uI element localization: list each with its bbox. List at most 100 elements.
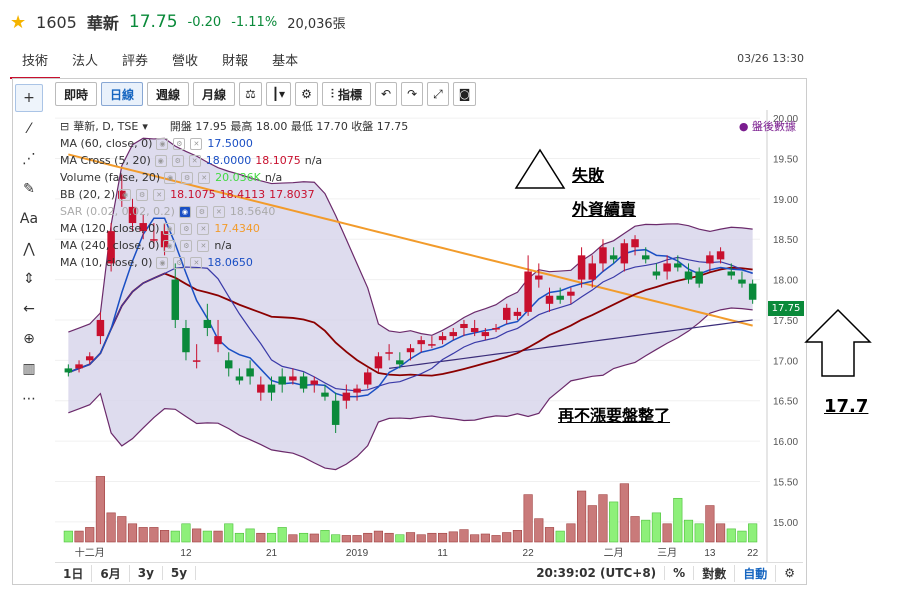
legend-main: ⊟ 華新, D, TSE ▾ 開盤 17.95 最高 18.00 最低 17.7… [60, 118, 408, 135]
candle-type-icon[interactable]: ┃▾ [265, 82, 292, 106]
star-icon[interactable]: ★ [10, 12, 26, 33]
crosshair-icon[interactable]: + [15, 84, 43, 112]
volume-bar [320, 530, 330, 543]
volume-bar [619, 483, 629, 543]
fullscreen-icon[interactable]: ⤢ [427, 82, 449, 106]
measure-icon[interactable]: ⇕ [16, 266, 42, 292]
candle-body [641, 255, 650, 260]
stock-volume: 20,036張 [287, 16, 346, 32]
candle-body [331, 400, 340, 425]
redo-icon[interactable]: ↷ [401, 82, 424, 106]
volume-bar [641, 519, 651, 543]
legend-ma60-label: MA (60, close, 0) [60, 137, 153, 150]
tab-technical[interactable]: 技術 [10, 46, 61, 79]
eye-icon[interactable]: ◉ [163, 222, 176, 235]
range-3y[interactable]: 3y [130, 566, 163, 580]
close-icon[interactable]: ✕ [190, 137, 203, 150]
tab-financials[interactable]: 財報 [210, 46, 260, 79]
text-tool-icon[interactable]: Aa [16, 206, 42, 232]
close-icon[interactable]: ✕ [212, 205, 225, 218]
candle-body [224, 360, 233, 369]
eye-icon[interactable]: ◉ [164, 171, 177, 184]
gear-icon[interactable]: ⚙ [136, 188, 149, 201]
close-icon[interactable]: ✕ [188, 154, 201, 167]
legend-macross-v3: n/a [304, 154, 323, 167]
gear-icon[interactable]: ⚙ [173, 256, 186, 269]
more-icon[interactable]: ⋯ [16, 386, 42, 412]
realtime-button[interactable]: 即時 [55, 82, 98, 106]
indicator-legend: ⊟ 華新, D, TSE ▾ 開盤 17.95 最高 18.00 最低 17.7… [60, 118, 408, 271]
legend-sar-value: 18.5640 [229, 205, 276, 218]
legend-volume-v2: n/a [264, 171, 283, 184]
arrow-left-icon[interactable]: ← [16, 296, 42, 322]
volume-bar [149, 527, 159, 543]
gear-icon[interactable]: ⚙ [171, 154, 184, 167]
chevron-down-icon[interactable]: ▾ [142, 118, 148, 135]
after-hours-label[interactable]: ● 盤後數據 [739, 118, 796, 134]
weekly-button[interactable]: 週線 [147, 82, 190, 106]
collapse-icon[interactable]: ⊟ [60, 118, 69, 135]
legend-ma10: MA (10, close, 0) ◉ ⚙ ✕ 18.0650 [60, 254, 408, 271]
fib-tool-icon[interactable]: ⋰ [16, 146, 42, 172]
camera-icon[interactable]: ◙ [452, 82, 477, 106]
close-icon[interactable]: ✕ [153, 188, 166, 201]
close-icon[interactable]: ✕ [197, 239, 210, 252]
candle-body [75, 364, 83, 369]
candle-body [85, 356, 94, 361]
trendline-icon[interactable]: ⁄ [16, 116, 42, 142]
tab-revenue[interactable]: 營收 [160, 46, 210, 79]
range-5y[interactable]: 5y [163, 566, 197, 580]
tab-basic[interactable]: 基本 [260, 46, 310, 79]
eye-icon[interactable]: ◉ [119, 188, 132, 201]
y-tick-label: 18.50 [773, 235, 798, 246]
candle-body [652, 271, 661, 276]
close-icon[interactable]: ✕ [197, 222, 210, 235]
candle-body [438, 336, 447, 341]
legend-ma240-label: MA (240, close, 0) [60, 239, 160, 252]
monthly-button[interactable]: 月線 [193, 82, 236, 106]
zoom-icon[interactable]: ⊕ [16, 326, 42, 352]
percent-toggle[interactable]: % [665, 566, 695, 580]
range-1d[interactable]: 1日 [55, 564, 93, 582]
close-icon[interactable]: ✕ [190, 256, 203, 269]
legend-ma240: MA (240, close, 0) ◉ ⚙ ✕ n/a [60, 237, 408, 254]
settings-gear-icon[interactable]: ⚙ [776, 566, 803, 580]
brush-icon[interactable]: ✎ [16, 176, 42, 202]
settings-icon[interactable]: ⚙ [295, 82, 318, 106]
gear-icon[interactable]: ⚙ [180, 222, 193, 235]
volume-bar [523, 494, 533, 543]
gear-icon[interactable]: ⚙ [180, 239, 193, 252]
range-6m[interactable]: 6月 [92, 564, 130, 582]
pattern-tool-icon[interactable]: ⋀ [16, 236, 42, 262]
undo-icon[interactable]: ↶ [375, 82, 398, 106]
legend-ma120: MA (120, close, 0) ◉ ⚙ ✕ 17.4340 [60, 220, 408, 237]
candle-body [609, 255, 618, 260]
eye-icon[interactable]: ◉ [163, 239, 176, 252]
eye-icon[interactable]: ◉ [154, 154, 167, 167]
volume-bar [384, 532, 394, 543]
auto-toggle[interactable]: 自動 [735, 564, 777, 582]
close-icon[interactable]: ✕ [198, 171, 211, 184]
eye-icon[interactable]: ◉ [156, 137, 169, 150]
tab-institutional[interactable]: 法人 [60, 46, 110, 79]
annotation-foreign: 外資續賣 [572, 200, 637, 219]
gear-icon[interactable]: ⚙ [181, 171, 194, 184]
compare-icon[interactable]: ⚖ [239, 82, 262, 106]
x-tick-label: 2019 [346, 548, 369, 559]
log-toggle[interactable]: 對數 [694, 564, 736, 582]
volume-bar [160, 530, 170, 543]
indicators-button[interactable]: ⫶ 指標 [321, 82, 372, 106]
eye-icon[interactable]: ◉ [178, 205, 191, 218]
ruler-icon[interactable]: ▥ [16, 356, 42, 382]
stock-code: 1605 [36, 12, 77, 32]
daily-button[interactable]: 日線 [101, 82, 144, 106]
candle-body [588, 263, 597, 280]
y-tick-label: 15.50 [773, 477, 798, 488]
volume-bar [694, 523, 704, 543]
gear-icon[interactable]: ⚙ [195, 205, 208, 218]
tab-margin[interactable]: 評券 [110, 46, 160, 79]
eye-icon[interactable]: ◉ [156, 256, 169, 269]
candle-body [748, 283, 757, 300]
chart-toolbar: 即時 日線 週線 月線 ⚖ ┃▾ ⚙ ⫶ 指標 ↶ ↷ ⤢ ◙ [55, 82, 477, 106]
gear-icon[interactable]: ⚙ [173, 137, 186, 150]
